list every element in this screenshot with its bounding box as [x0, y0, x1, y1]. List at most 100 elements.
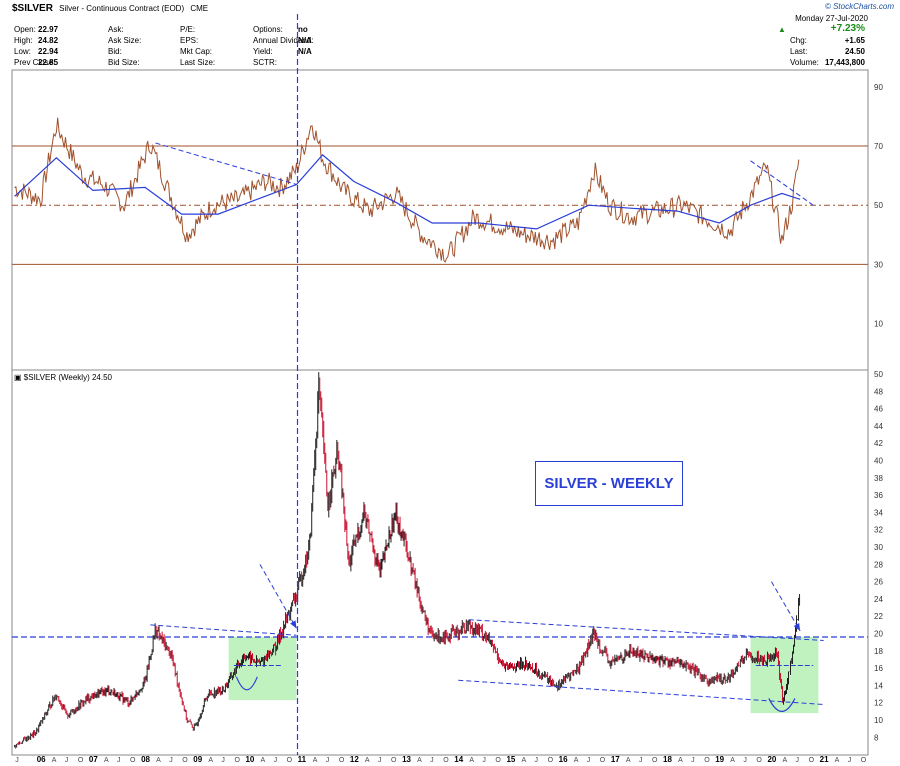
brand-logo: © StockCharts.com: [824, 2, 894, 11]
x-tick-label: 19: [715, 755, 724, 764]
x-minor-tick-label: J: [639, 757, 643, 764]
x-tick-label: 20: [767, 755, 776, 764]
price-panel-label-text: $SILVER (Weekly) 24.50: [23, 373, 112, 382]
y-tick-label: 36: [874, 491, 883, 500]
x-minor-tick-label: J: [430, 757, 434, 764]
x-tick-label: 14: [454, 755, 463, 764]
x-minor-tick-label: O: [704, 757, 710, 764]
quote-label: Ask Size:: [108, 36, 142, 45]
x-minor-tick-label: A: [417, 757, 422, 764]
x-minor-tick-label: O: [130, 757, 136, 764]
x-minor-tick-label: O: [78, 757, 84, 764]
x-minor-tick-label: A: [626, 757, 631, 764]
y-tick-label: 32: [874, 526, 883, 535]
quote-label: Options:: [253, 25, 283, 34]
up-arrow-icon: ▲: [778, 25, 786, 34]
x-tick-label: 09: [193, 755, 202, 764]
quote-label: EPS:: [180, 36, 199, 45]
y-tick-label: 22: [874, 612, 883, 621]
x-tick-label: 16: [559, 755, 568, 764]
quote-label: Last Size:: [180, 58, 216, 67]
y-tick-label: 42: [874, 439, 883, 448]
x-minor-tick-label: J: [743, 757, 747, 764]
x-minor-tick-label: O: [495, 757, 501, 764]
y-tick-label: 40: [874, 457, 883, 466]
x-minor-tick-label: J: [65, 757, 69, 764]
y-tick-label: 50: [874, 370, 883, 379]
x-tick-label: 17: [611, 755, 620, 764]
y-tick-label: 24: [874, 595, 883, 604]
x-minor-tick-label: O: [861, 757, 867, 764]
quote-value: 24.50: [844, 47, 865, 56]
annotation-text: SILVER - WEEKLY: [544, 475, 674, 492]
quote-value: 17,443,800: [824, 58, 865, 67]
x-minor-tick-label: J: [587, 757, 591, 764]
y-tick-label: 48: [874, 387, 883, 396]
x-minor-tick-label: O: [443, 757, 449, 764]
x-minor-tick-label: J: [378, 757, 382, 764]
y-tick-label: 16: [874, 664, 883, 673]
x-minor-tick-label: O: [809, 757, 815, 764]
quote-label: Bid:: [108, 47, 122, 56]
exchange: CME: [190, 4, 209, 13]
quote-value: 24.82: [38, 36, 59, 45]
y-tick-label: 70: [874, 142, 883, 151]
y-tick-label: 26: [874, 578, 883, 587]
highlight-zone: [750, 636, 819, 714]
quote-value: +7.23%: [830, 23, 865, 34]
x-minor-tick-label: O: [548, 757, 554, 764]
price-panel-label: ▣ $SILVER (Weekly) 24.50: [14, 373, 112, 382]
x-minor-tick-label: J: [15, 757, 19, 764]
x-minor-tick-label: J: [221, 757, 225, 764]
quote-label: Chg:: [790, 36, 807, 45]
x-tick-label: 13: [402, 755, 411, 764]
x-tick-label: 12: [350, 755, 359, 764]
annotation-box: SILVER - WEEKLY: [535, 461, 683, 506]
chart-title: $SILVER Silver - Continuous Contract (EO…: [12, 3, 208, 14]
x-minor-tick-label: J: [326, 757, 330, 764]
x-minor-tick-label: O: [600, 757, 606, 764]
x-minor-tick-label: J: [796, 757, 800, 764]
quote-value: +1.65: [844, 36, 865, 45]
quote-label: P/E:: [180, 25, 196, 34]
quote-value: 22.94: [38, 47, 59, 56]
x-minor-tick-label: A: [208, 757, 213, 764]
y-tick-label: 46: [874, 405, 883, 414]
x-minor-tick-label: J: [274, 757, 278, 764]
x-minor-tick-label: O: [182, 757, 188, 764]
x-minor-tick-label: A: [52, 757, 57, 764]
x-minor-tick-label: J: [535, 757, 539, 764]
x-minor-tick-label: J: [117, 757, 121, 764]
x-minor-tick-label: J: [482, 757, 486, 764]
x-minor-tick-label: O: [652, 757, 658, 764]
y-tick-label: 28: [874, 560, 883, 569]
x-tick-label: 06: [37, 755, 46, 764]
x-minor-tick-label: O: [756, 757, 762, 764]
indicator-panel: [11, 69, 869, 371]
quote-label: Yield:: [253, 47, 273, 56]
y-tick-label: 20: [874, 630, 883, 639]
contract-name: Silver - Continuous Contract (EOD): [59, 4, 185, 13]
x-minor-tick-label: A: [469, 757, 474, 764]
quote-header: $SILVER Silver - Continuous Contract (EO…: [0, 0, 900, 70]
x-tick-label: 07: [89, 755, 98, 764]
x-minor-tick-label: A: [313, 757, 318, 764]
x-minor-tick-label: O: [339, 757, 345, 764]
x-minor-tick-label: O: [287, 757, 293, 764]
price-panel: [11, 369, 869, 756]
x-tick-label: 18: [663, 755, 672, 764]
y-tick-label: 38: [874, 474, 883, 483]
x-tick-label: 21: [820, 755, 829, 764]
quote-label: Open:: [14, 25, 36, 34]
date-line: Monday 27-Jul-2020: [795, 14, 868, 23]
x-tick-label: 15: [506, 755, 515, 764]
y-tick-label: 30: [874, 260, 883, 269]
x-minor-tick-label: O: [391, 757, 397, 764]
x-minor-tick-label: A: [574, 757, 579, 764]
y-tick-label: 8: [874, 733, 879, 742]
y-tick-label: 10: [874, 716, 883, 725]
y-tick-label: 10: [874, 320, 883, 329]
x-minor-tick-label: O: [234, 757, 240, 764]
x-minor-tick-label: J: [691, 757, 695, 764]
x-minor-tick-label: A: [156, 757, 161, 764]
